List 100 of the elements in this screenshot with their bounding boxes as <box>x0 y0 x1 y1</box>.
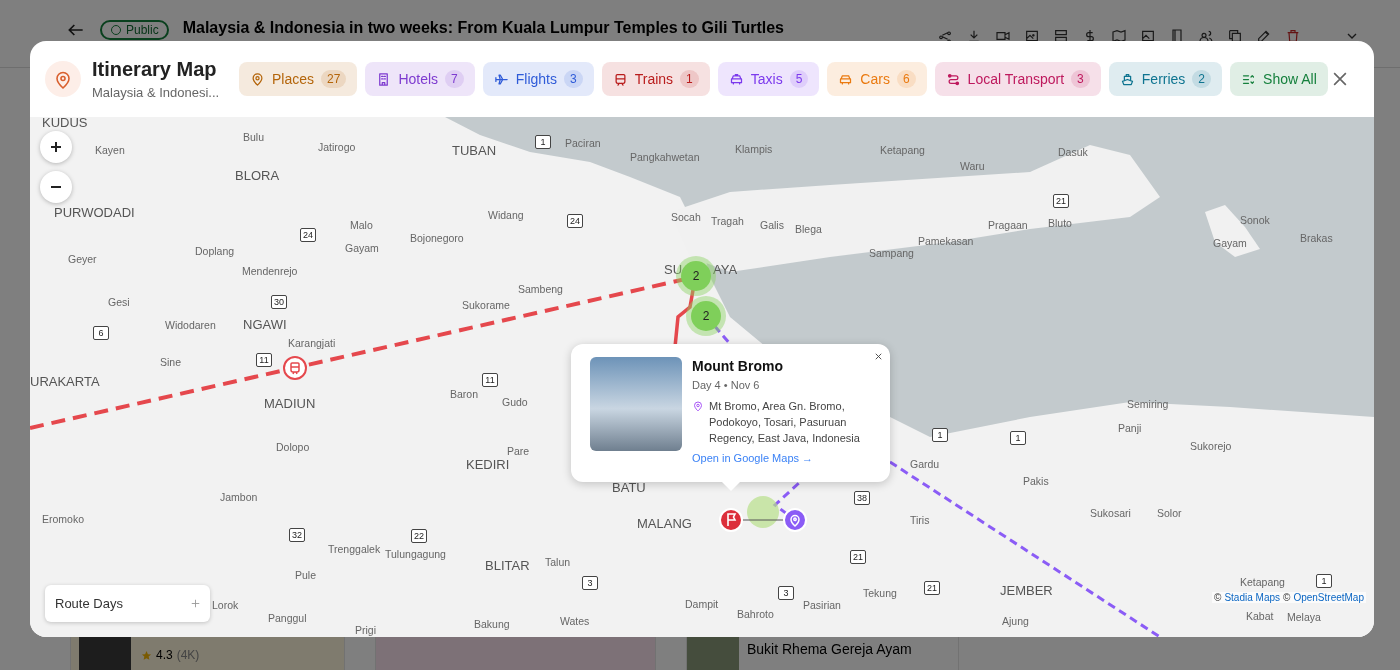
place-label: SU <box>664 264 683 276</box>
filter-chip[interactable]: Show All <box>1230 62 1328 96</box>
count-badge: 3 <box>1071 70 1090 88</box>
road-number: 1 <box>932 428 948 442</box>
image-icon[interactable] <box>1140 28 1156 44</box>
place-label: Waru <box>960 160 985 172</box>
count-badge: 7 <box>445 70 464 88</box>
image-icon[interactable] <box>1024 28 1040 44</box>
filter-chip[interactable]: Flights 3 <box>482 62 594 96</box>
place-label: Baron <box>450 388 479 400</box>
copyright-sign: © <box>1214 592 1222 603</box>
road-number: 3 <box>778 586 794 600</box>
road-number: 21 <box>924 581 940 595</box>
place-label: JEMBER <box>1000 585 1053 597</box>
pin-marker-icon[interactable] <box>783 508 807 532</box>
place-label: Brakas <box>1300 232 1333 244</box>
edit-icon[interactable] <box>1256 28 1272 44</box>
filter-chip[interactable]: Ferries 2 <box>1108 62 1223 96</box>
route-days-panel[interactable]: Route Days <box>45 585 210 622</box>
place-label: Ketapang <box>1240 576 1285 588</box>
place-label: Doplang <box>195 245 235 257</box>
place-name: Mount Bromo <box>692 358 784 374</box>
place-label: BLITAR <box>485 560 530 572</box>
place-label: TUBAN <box>452 145 497 157</box>
place-title: Bukit Rhema Gereja Ayam <box>747 641 912 659</box>
place-label: Semiring <box>1127 398 1169 410</box>
area-highlight <box>747 496 779 528</box>
place-label: Talun <box>545 556 571 568</box>
zoom-in-button[interactable] <box>40 131 72 163</box>
road-number: 11 <box>482 373 498 387</box>
place-label: Jatirogo <box>318 141 356 153</box>
place-label: Sukorame <box>462 299 510 311</box>
book-icon[interactable] <box>1169 28 1185 44</box>
road-number: 1 <box>535 135 551 149</box>
visibility-badge[interactable]: Public <box>100 20 169 40</box>
road-number: 21 <box>1053 194 1069 208</box>
map-icon[interactable] <box>1111 28 1127 44</box>
place-label: Ajung <box>1002 615 1029 627</box>
copy-icon[interactable] <box>1227 28 1243 44</box>
road-number: 38 <box>854 491 870 505</box>
place-label: Pangkahwetan <box>630 151 700 163</box>
place-label: Dolopo <box>276 441 310 453</box>
share-icon[interactable] <box>937 28 953 44</box>
visit-date: Day 4 • Nov 6 <box>692 379 761 391</box>
place-label: Widodaren <box>165 319 216 331</box>
road-number: 24 <box>567 214 583 228</box>
place-label: BATU <box>612 482 646 494</box>
place-label: Sampang <box>869 247 914 259</box>
place-label: Pakis <box>1023 475 1049 487</box>
close-icon[interactable] <box>873 351 884 362</box>
place-label: Geyer <box>68 253 97 265</box>
filter-chip[interactable]: Places 27 <box>239 62 358 96</box>
filter-chip[interactable]: Taxis 5 <box>717 62 820 96</box>
google-maps-link[interactable]: Open in Google Maps → <box>692 452 860 464</box>
attribution-link[interactable]: OpenStreetMap <box>1293 592 1364 603</box>
ship-icon <box>1119 71 1135 87</box>
count-badge: 3 <box>564 70 583 88</box>
trash-icon[interactable] <box>1285 28 1301 44</box>
road-number: 24 <box>300 228 316 242</box>
flag-marker-icon[interactable] <box>719 508 743 532</box>
road-number: 1 <box>1010 431 1026 445</box>
place-label: Pamekasan <box>918 235 974 247</box>
count-badge: 27 <box>321 70 347 88</box>
count-badge: 5 <box>789 70 809 88</box>
attribution-link[interactable]: Stadia Maps <box>1224 592 1280 603</box>
place-label: Panggul <box>268 612 307 624</box>
place-label: Bulu <box>243 131 264 143</box>
place-label: Tragah <box>711 215 744 227</box>
pin-icon <box>692 400 704 413</box>
road-number: 21 <box>850 550 866 564</box>
filter-chip[interactable]: Trains 1 <box>601 62 710 96</box>
place-label: Pule <box>295 569 316 581</box>
place-label: Tulungagung <box>385 548 446 560</box>
count-badge: 1 <box>680 70 699 88</box>
place-label: Sukosari <box>1090 507 1131 519</box>
filter-chip[interactable]: Cars 6 <box>827 62 927 96</box>
train-marker-icon[interactable] <box>283 356 307 380</box>
place-label: Pasirian <box>803 599 841 611</box>
place-label: Dasuk <box>1058 146 1088 158</box>
place-label: Ketapang <box>880 144 925 156</box>
rating: 4.3 <box>156 648 173 662</box>
cluster-marker[interactable]: 2 <box>691 301 721 331</box>
filter-chip[interactable]: Local Transport 3 <box>934 62 1101 96</box>
place-label: Jambon <box>220 491 258 503</box>
users-icon[interactable] <box>1198 28 1214 44</box>
filter-chip[interactable]: Hotels 7 <box>365 62 475 96</box>
place-label: URAKARTA <box>30 376 100 388</box>
place-label: Bojonegoro <box>410 232 464 244</box>
trip-title: Malaysia & Indonesia in two weeks: From Kuala Lumpur Temples to Gili Turtles <box>182 19 784 37</box>
place-label: Kayen <box>95 144 125 156</box>
place-label: PURWODADI <box>54 207 135 219</box>
dialog-subtitle: Malaysia & Indonesi... <box>92 85 221 100</box>
place-label: Pare <box>507 445 530 457</box>
layout-icon[interactable] <box>1053 28 1069 44</box>
road-number: 1 <box>1316 574 1332 588</box>
place-label: Trenggalek <box>328 543 381 555</box>
cluster-marker[interactable]: 2 <box>681 261 711 291</box>
copyright-sign: © <box>1283 592 1291 603</box>
place-label: Galis <box>760 219 784 231</box>
pin-icon <box>45 61 81 97</box>
